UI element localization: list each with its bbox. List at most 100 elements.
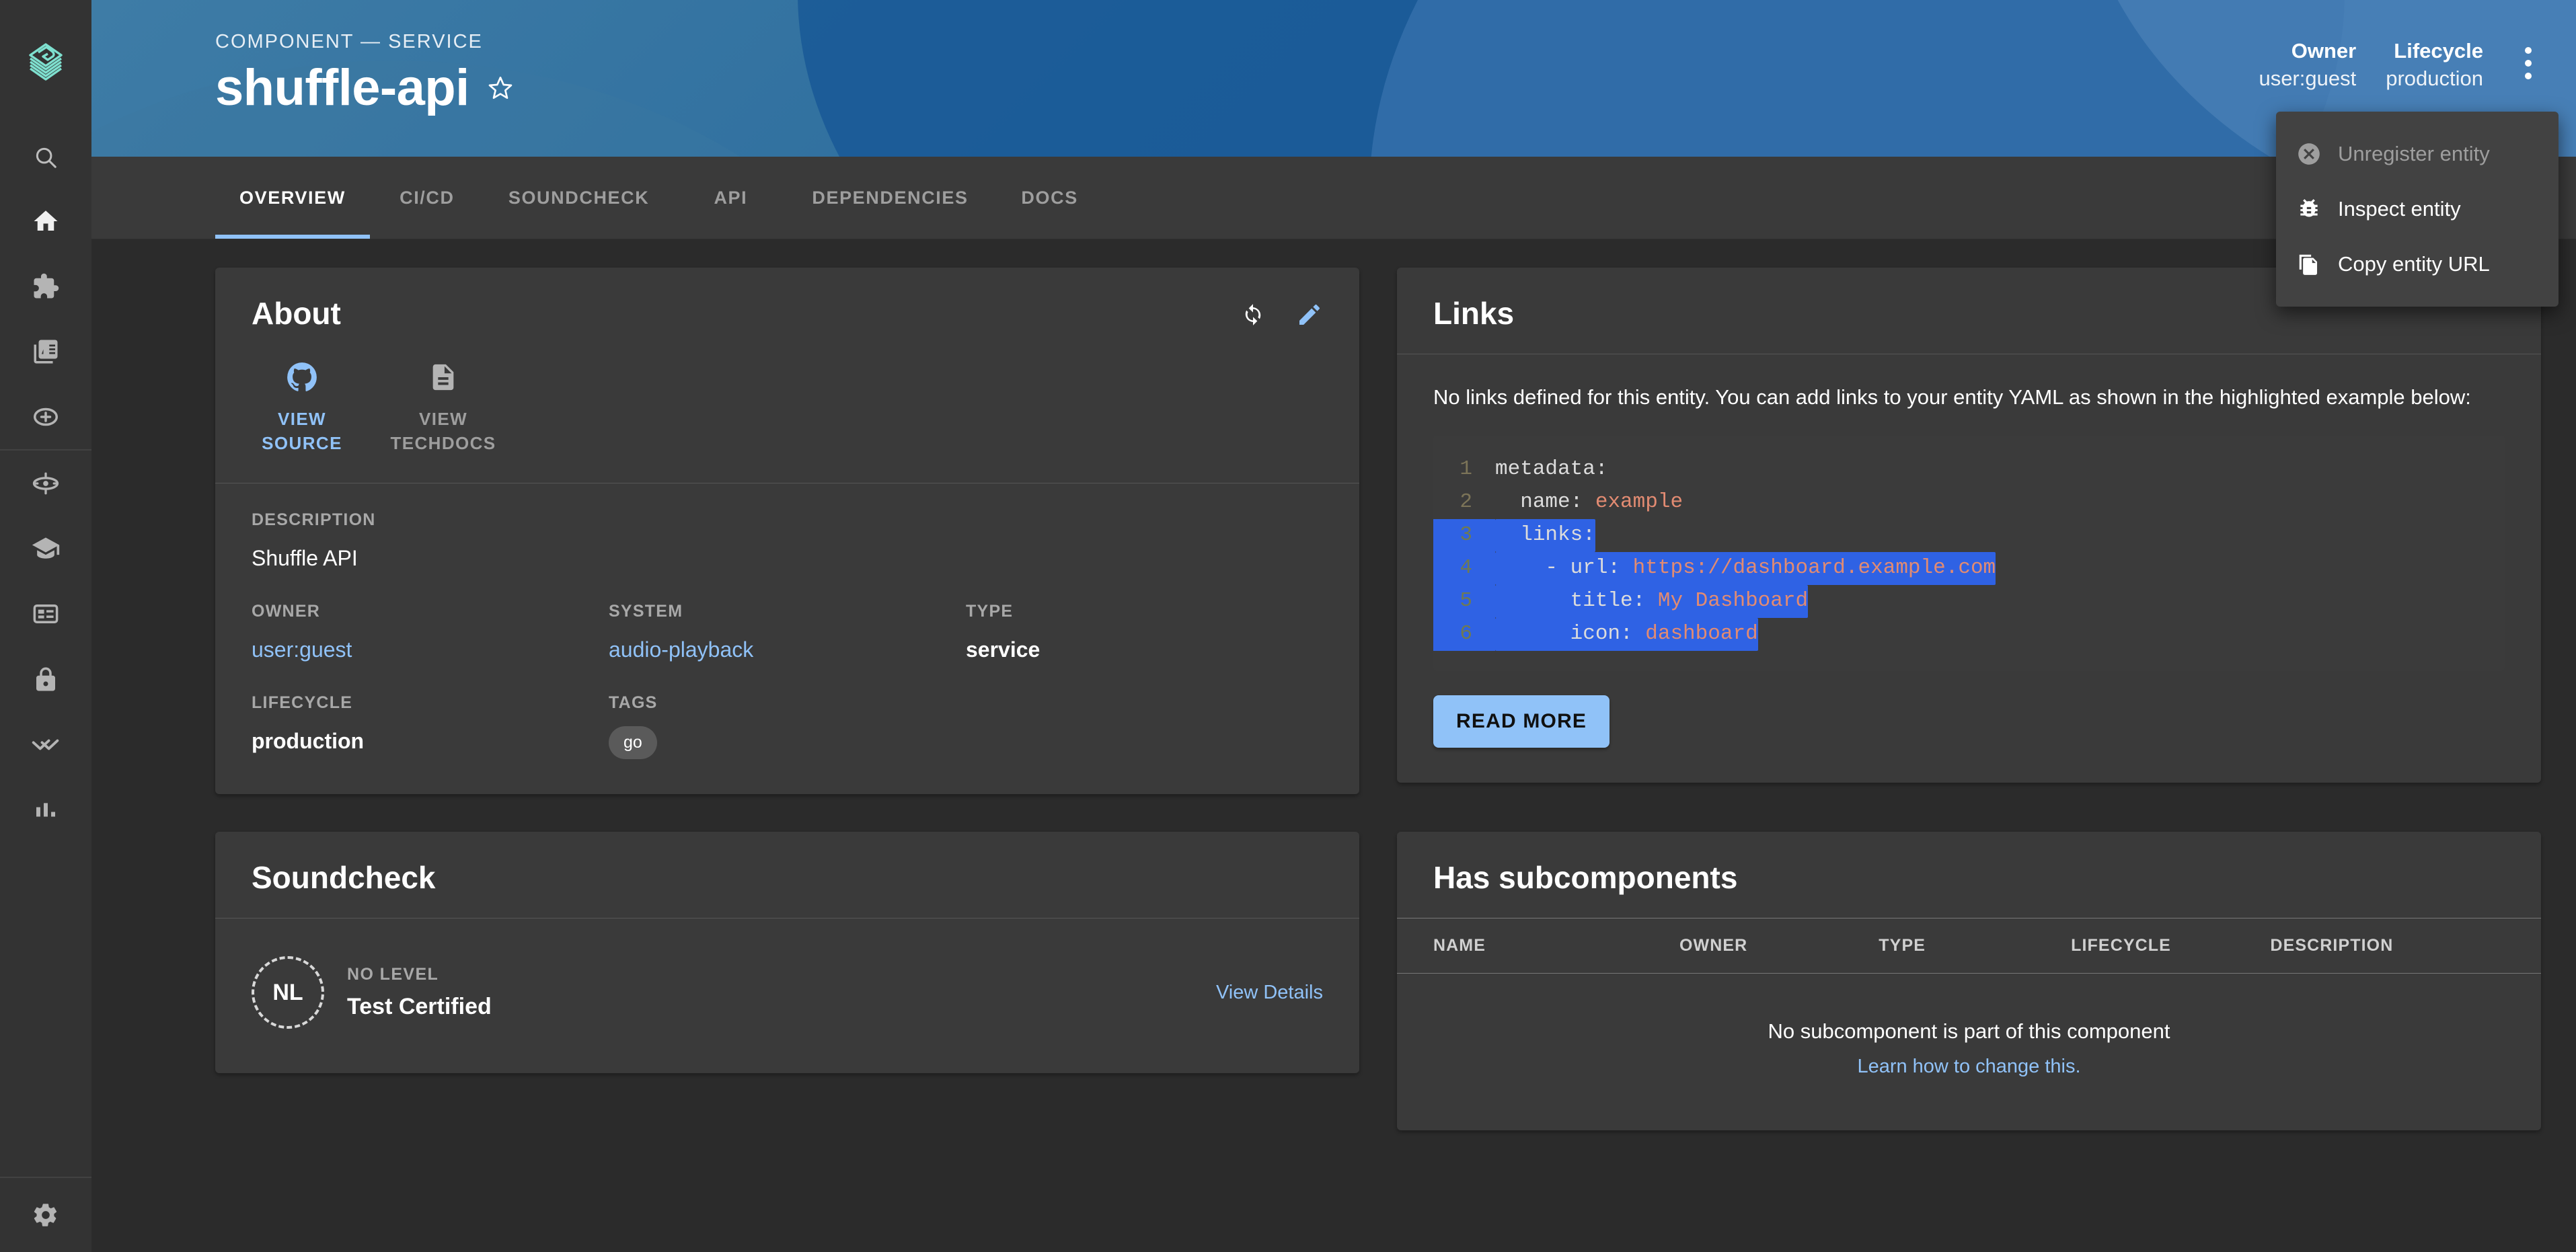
- header-shape-1: [798, 0, 2345, 157]
- about-field-lifecycle-value: production: [252, 729, 365, 754]
- soundcheck-card-body: NL NO LEVEL Test Certified View Details: [215, 918, 1359, 1073]
- sidebar-item-create[interactable]: [0, 384, 91, 449]
- column-header-lifecycle[interactable]: LIFECYCLE: [2071, 936, 2270, 955]
- cancel-icon: [2296, 141, 2338, 167]
- read-more-button[interactable]: READ MORE: [1433, 695, 1610, 748]
- about-field-empty: [966, 693, 1323, 759]
- about-card-title: About: [252, 296, 341, 331]
- code-line-text: icon: dashboard: [1495, 618, 1758, 652]
- about-field-system-label: SYSTEM: [609, 602, 683, 621]
- soundcheck-card-header: Soundcheck: [215, 832, 1359, 918]
- column-header-type[interactable]: TYPE: [1879, 936, 2071, 955]
- yaml-example-code: 1 metadata: 2 name: example 3 links: 4 -…: [1433, 436, 2505, 672]
- column-header-description[interactable]: DESCRIPTION: [2270, 936, 2505, 955]
- code-line: 2 name: example: [1433, 486, 2505, 519]
- no-level-badge: NL: [252, 956, 324, 1029]
- menu-item-copy-entity-url[interactable]: Copy entity URL: [2276, 237, 2559, 292]
- about-card: About VIEW SOURCE VIEW TECHDOCS DESCRIPT…: [215, 268, 1359, 795]
- about-row-2: LIFECYCLE production TAGS go: [252, 693, 1323, 760]
- column-header-owner[interactable]: OWNER: [1679, 936, 1879, 955]
- subcomponents-card-header: Has subcomponents: [1397, 832, 2541, 918]
- sidebar-item-soundcheck[interactable]: [0, 581, 91, 646]
- soundcheck-text-group: NO LEVEL Test Certified: [347, 965, 492, 1020]
- about-field-tags-label: TAGS: [609, 693, 658, 713]
- about-field-owner-value[interactable]: user:guest: [252, 637, 609, 662]
- column-header-name[interactable]: NAME: [1433, 936, 1679, 955]
- sidebar-item-docs[interactable]: [0, 319, 91, 384]
- overview-grid: About VIEW SOURCE VIEW TECHDOCS DESCRIPT…: [215, 268, 2541, 1131]
- about-card-actions: [1240, 297, 1323, 328]
- code-line: 1 metadata:: [1433, 453, 2505, 486]
- star-outline-icon[interactable]: [487, 75, 514, 102]
- subcomponents-learn-link[interactable]: Learn how to change this.: [1433, 1056, 2505, 1078]
- about-row-description: DESCRIPTION Shuffle API: [252, 510, 1323, 571]
- header-field-lifecycle-label: Lifecycle: [2394, 39, 2483, 63]
- code-line-text: metadata:: [1495, 457, 1608, 481]
- code-line: 5 title: My Dashboard: [1433, 585, 2505, 619]
- sidebar-item-tech-radar[interactable]: [0, 451, 91, 516]
- backstage-logo[interactable]: [20, 35, 72, 87]
- code-line: 4 - url: https://dashboard.example.com: [1433, 552, 2505, 586]
- refresh-icon[interactable]: [1240, 301, 1266, 328]
- code-line-number: 1: [1460, 457, 1472, 481]
- tab-api[interactable]: API: [673, 157, 788, 239]
- edit-pencil-icon[interactable]: [1296, 301, 1323, 328]
- links-card: Links No links defined for this entity. …: [1397, 268, 2541, 783]
- bug-report-icon: [2296, 196, 2338, 222]
- overview-content: About VIEW SOURCE VIEW TECHDOCS DESCRIPT…: [91, 239, 2576, 1252]
- menu-item-inspect-entity[interactable]: Inspect entity: [2276, 182, 2559, 237]
- soundcheck-card: Soundcheck NL NO LEVEL Test Certified Vi…: [215, 832, 1359, 1074]
- code-line-text: - url: https://dashboard.example.com: [1495, 552, 1996, 586]
- code-line-number: 6: [1433, 618, 1495, 652]
- header-field-owner-value: user:guest: [2259, 66, 2357, 90]
- about-fields: DESCRIPTION Shuffle API OWNER user:guest…: [215, 483, 1359, 794]
- about-field-type: TYPE service: [966, 602, 1323, 662]
- app-root: COMPONENT — SERVICE shuffle-api Owner us…: [0, 0, 2576, 1252]
- entity-header: COMPONENT — SERVICE shuffle-api Owner us…: [91, 0, 2576, 157]
- view-source-link[interactable]: VIEW SOURCE: [252, 358, 352, 456]
- sidebar-search-button[interactable]: [0, 126, 91, 188]
- header-meta: Owner user:guest Lifecycle production: [2259, 39, 2544, 92]
- view-techdocs-label: VIEW TECHDOCS: [390, 409, 496, 454]
- about-field-lifecycle: LIFECYCLE production: [252, 693, 609, 759]
- subcomponents-empty-text: No subcomponent is part of this componen…: [1768, 1019, 2170, 1044]
- view-source-label: VIEW SOURCE: [262, 409, 342, 454]
- sidebar-item-apis[interactable]: [0, 253, 91, 319]
- tab-overview[interactable]: OVERVIEW: [215, 157, 370, 239]
- about-field-description: DESCRIPTION Shuffle API: [252, 510, 609, 571]
- sidebar-item-home[interactable]: [0, 188, 91, 253]
- breadcrumb: COMPONENT — SERVICE: [215, 31, 483, 52]
- tag-chip[interactable]: go: [609, 726, 657, 760]
- settings-gear-icon[interactable]: [0, 1178, 91, 1252]
- sidebar-item-learning-paths[interactable]: [0, 516, 91, 581]
- code-line-text: title: My Dashboard: [1495, 585, 1809, 619]
- about-card-header: About: [215, 268, 1359, 354]
- menu-item-inspect-entity-label: Inspect entity: [2338, 197, 2461, 221]
- page-title: shuffle-api: [215, 59, 469, 116]
- header-field-owner: Owner user:guest: [2259, 39, 2386, 92]
- about-field-system-value[interactable]: audio-playback: [609, 637, 966, 662]
- sidebar-item-skill-exchange[interactable]: [0, 711, 91, 777]
- menu-item-unregister-entity-label: Unregister entity: [2338, 142, 2490, 165]
- links-card-body: No links defined for this entity. You ca…: [1397, 354, 2541, 783]
- soundcheck-level-label: NO LEVEL: [347, 965, 439, 984]
- more-vert-icon[interactable]: [2513, 42, 2544, 85]
- about-field-system: SYSTEM audio-playback: [609, 602, 966, 662]
- header-field-owner-label: Owner: [2291, 39, 2357, 63]
- code-line-number: 4: [1433, 552, 1495, 586]
- view-details-link[interactable]: View Details: [1216, 982, 1323, 1004]
- soundcheck-card-title: Soundcheck: [252, 860, 436, 896]
- has-subcomponents-card: Has subcomponents NAME OWNER TYPE LIFECY…: [1397, 832, 2541, 1131]
- tab-soundcheck[interactable]: SOUNDCHECK: [484, 157, 674, 239]
- tab-dependencies[interactable]: DEPENDENCIES: [788, 157, 992, 239]
- menu-item-unregister-entity[interactable]: Unregister entity: [2276, 126, 2559, 182]
- sidebar-item-insights[interactable]: [0, 777, 91, 842]
- code-line-number: 2: [1460, 490, 1472, 514]
- sidebar-item-security[interactable]: [0, 646, 91, 711]
- tab-docs[interactable]: DOCS: [993, 157, 1107, 239]
- view-techdocs-link[interactable]: VIEW TECHDOCS: [390, 358, 496, 456]
- soundcheck-level-group: NL NO LEVEL Test Certified: [252, 956, 492, 1029]
- tab-cicd[interactable]: CI/CD: [370, 157, 484, 239]
- about-quick-links: VIEW SOURCE VIEW TECHDOCS: [215, 354, 1359, 483]
- menu-item-copy-entity-url-label: Copy entity URL: [2338, 252, 2490, 276]
